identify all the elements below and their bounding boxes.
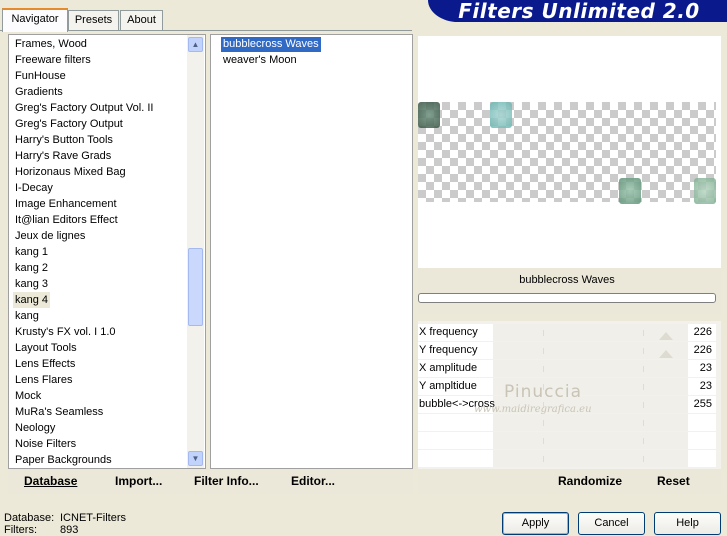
- database-value: ICNET-Filters: [60, 512, 126, 524]
- slider-tick: [543, 366, 544, 372]
- category-item[interactable]: kang 1: [15, 244, 48, 260]
- slider-tick: [543, 348, 544, 354]
- cancel-button[interactable]: Cancel: [578, 512, 645, 535]
- preview-image: [418, 102, 716, 202]
- randomize-button[interactable]: Randomize: [558, 474, 622, 488]
- parameter-slider[interactable]: [493, 450, 688, 467]
- parameter-label: Y ampltidue: [419, 380, 477, 392]
- filters-count-label: Filters:: [4, 524, 37, 536]
- parameter-value: 226: [693, 326, 712, 338]
- scroll-thumb[interactable]: [188, 248, 203, 326]
- scroll-up-button[interactable]: ▲: [188, 37, 203, 52]
- category-item[interactable]: Lens Flares: [15, 372, 72, 388]
- help-button[interactable]: Help: [654, 512, 721, 535]
- parameter-value: 255: [693, 398, 712, 410]
- category-item[interactable]: Mock: [15, 388, 41, 404]
- parameter-row[interactable]: X amplitude 23: [418, 360, 716, 377]
- slider-tick: [643, 420, 644, 426]
- slider-tick: [543, 330, 544, 336]
- preview-bubble: [418, 102, 440, 128]
- tab-about[interactable]: About: [120, 10, 163, 30]
- category-item[interactable]: It@lian Editors Effect: [15, 212, 118, 228]
- scroll-down-button[interactable]: ▼: [188, 451, 203, 466]
- database-label: Database:: [4, 512, 55, 524]
- slider-tick: [543, 438, 544, 444]
- category-item[interactable]: Noise Filters: [15, 436, 76, 452]
- filter-info-button[interactable]: Filter Info...: [194, 474, 259, 488]
- parameter-value: 23: [699, 362, 712, 374]
- preview-bubble: [619, 178, 641, 204]
- slider-tick: [643, 330, 644, 336]
- parameter-row[interactable]: X frequency 226: [418, 324, 716, 341]
- watermark-site: www.maidiregrafica.eu: [474, 404, 592, 415]
- parameter-value: 226: [693, 344, 712, 356]
- database-button[interactable]: Database: [24, 474, 77, 488]
- slider-handle[interactable]: [658, 332, 673, 340]
- selected-filter-name: bubblecross Waves: [519, 274, 615, 286]
- parameter-label: Y frequency: [419, 344, 478, 356]
- category-item[interactable]: Harry's Button Tools: [15, 132, 113, 148]
- slider-handle[interactable]: [658, 350, 673, 358]
- banner-title: Filters Unlimited 2.0: [458, 0, 700, 23]
- parameter-value: 23: [699, 380, 712, 392]
- category-item[interactable]: Gradients: [15, 84, 63, 100]
- editor-button[interactable]: Editor...: [291, 474, 335, 488]
- parameter-row[interactable]: Y frequency 226: [418, 342, 716, 359]
- category-item[interactable]: Neology: [15, 420, 55, 436]
- tab-navigator[interactable]: Navigator: [2, 8, 68, 32]
- filter-item-bubblecross-waves[interactable]: bubblecross Waves: [221, 37, 321, 52]
- category-item[interactable]: Jeux de lignes: [15, 228, 85, 244]
- preview-bubble: [694, 178, 716, 204]
- filter-list[interactable]: [210, 34, 413, 469]
- parameter-label: X frequency: [419, 326, 478, 338]
- category-item[interactable]: Greg's Factory Output: [15, 116, 123, 132]
- filter-item-weavers-moon[interactable]: weaver's Moon: [221, 53, 299, 68]
- parameter-slider[interactable]: [493, 432, 688, 449]
- category-item[interactable]: Layout Tools: [15, 340, 77, 356]
- slider-tick: [643, 366, 644, 372]
- category-item[interactable]: Frames, Wood: [15, 36, 87, 52]
- category-item[interactable]: Krusty's FX vol. I 1.0: [15, 324, 116, 340]
- category-item[interactable]: MuRa's Seamless: [15, 404, 103, 420]
- category-item[interactable]: kang 3: [15, 276, 48, 292]
- category-item[interactable]: I-Decay: [15, 180, 53, 196]
- parameter-row: [418, 414, 716, 431]
- import-button[interactable]: Import...: [115, 474, 162, 488]
- slider-tick: [643, 348, 644, 354]
- category-item[interactable]: kang 4: [13, 292, 51, 308]
- parameter-slider[interactable]: [493, 360, 688, 377]
- slider-tick: [543, 456, 544, 462]
- parameter-label: X amplitude: [419, 362, 478, 374]
- slider-tick: [543, 420, 544, 426]
- parameter-row: [418, 450, 716, 467]
- slider-tick: [643, 402, 644, 408]
- preview-bubble: [490, 102, 512, 128]
- filters-count-value: 893: [60, 524, 79, 536]
- tab-presets[interactable]: Presets: [68, 10, 119, 30]
- slider-tick: [643, 456, 644, 462]
- category-item[interactable]: FunHouse: [15, 68, 66, 84]
- apply-button[interactable]: Apply: [502, 512, 569, 535]
- category-item[interactable]: Lens Effects: [15, 356, 75, 372]
- parameter-slider[interactable]: [493, 414, 688, 431]
- category-item[interactable]: kang 2: [15, 260, 48, 276]
- parameter-row: [418, 432, 716, 449]
- reset-button[interactable]: Reset: [657, 474, 690, 488]
- category-item[interactable]: Paper Backgrounds: [15, 452, 112, 468]
- category-item[interactable]: kang: [15, 308, 39, 324]
- category-item[interactable]: Image Enhancement: [15, 196, 117, 212]
- category-item[interactable]: Harry's Rave Grads: [15, 148, 111, 164]
- watermark-name: Pinuccia: [504, 382, 582, 402]
- category-item[interactable]: Freeware filters: [15, 52, 91, 68]
- progress-bar: [418, 293, 716, 303]
- slider-tick: [643, 438, 644, 444]
- category-item[interactable]: Greg's Factory Output Vol. II: [15, 100, 153, 116]
- slider-tick: [643, 384, 644, 390]
- category-item[interactable]: Horizonaus Mixed Bag: [15, 164, 126, 180]
